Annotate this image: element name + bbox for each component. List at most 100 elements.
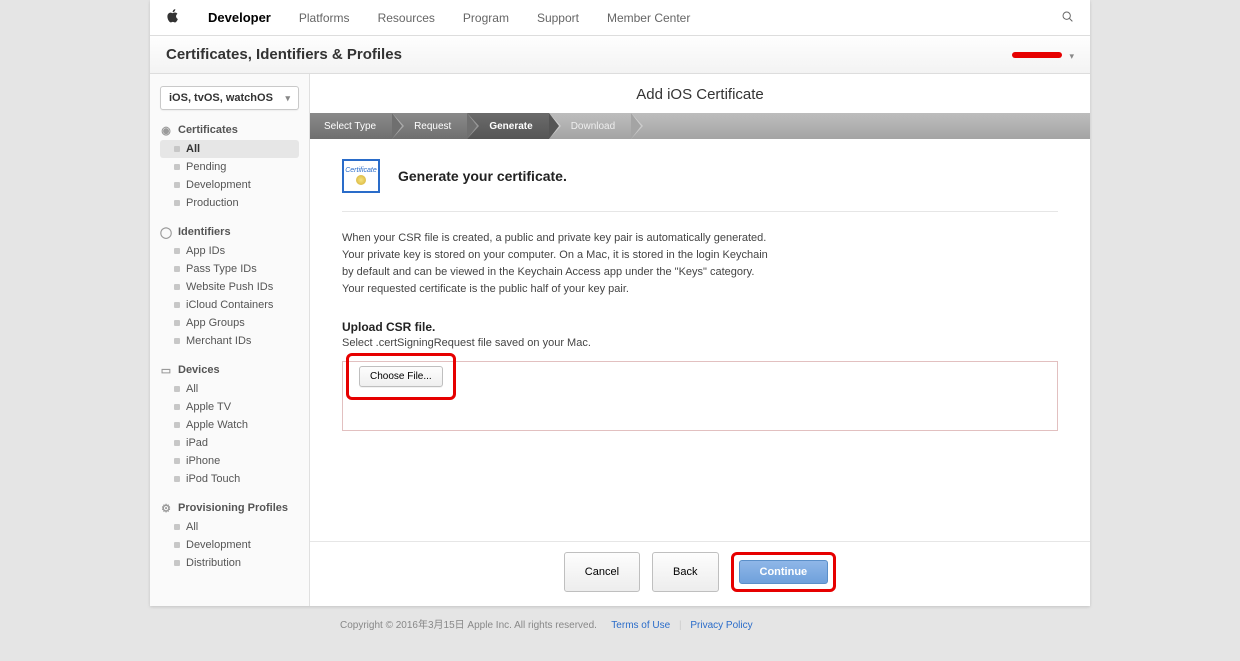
bullet-icon — [174, 266, 180, 272]
back-button[interactable]: Back — [652, 552, 718, 592]
platform-selector[interactable]: iOS, tvOS, watchOS ▾ — [160, 86, 299, 110]
sidebar-item-merchant-ids[interactable]: Merchant IDs — [160, 332, 299, 350]
wizard-step-select-type[interactable]: Select Type — [310, 113, 392, 139]
bullet-icon — [174, 560, 180, 566]
bullet-icon — [174, 458, 180, 464]
chevron-down-icon: ▾ — [285, 93, 290, 104]
sidebar-item-label: All — [186, 143, 200, 155]
cancel-button[interactable]: Cancel — [564, 552, 640, 592]
apple-logo-icon — [166, 9, 180, 26]
sidebar-item-production[interactable]: Production — [160, 194, 299, 212]
brand-label[interactable]: Developer — [208, 10, 271, 25]
footer: Copyright © 2016年3月15日 Apple Inc. All ri… — [150, 606, 1090, 661]
bullet-icon — [174, 248, 180, 254]
sidebar-item-label: Website Push IDs — [186, 281, 273, 293]
nav-support[interactable]: Support — [537, 11, 579, 25]
sidebar-item-label: iPad — [186, 437, 208, 449]
sidebar-item-label: Pass Type IDs — [186, 263, 257, 275]
upload-subtext: Select .certSigningRequest file saved on… — [342, 337, 1058, 349]
upload-label: Upload CSR file. — [342, 320, 1058, 334]
nav-platforms[interactable]: Platforms — [299, 11, 350, 25]
wizard-breadcrumb: Select TypeRequestGenerateDownload — [310, 113, 1090, 139]
bullet-icon — [174, 476, 180, 482]
sidebar-item-label: App Groups — [186, 317, 245, 329]
bullet-icon — [174, 320, 180, 326]
subheader: Certificates, Identifiers & Profiles ▾ — [150, 36, 1090, 74]
bullet-icon — [174, 338, 180, 344]
copyright-text: Copyright © 2016年3月15日 Apple Inc. All ri… — [340, 620, 597, 631]
upload-dropzone: Choose File... — [342, 361, 1058, 431]
nav-program[interactable]: Program — [463, 11, 509, 25]
sidebar-item-label: Production — [186, 197, 239, 209]
sidebar-item-all[interactable]: All — [160, 380, 299, 398]
sidebar-item-label: Development — [186, 179, 251, 191]
group-icon: ◯ — [160, 226, 172, 238]
annotation-highlight: Choose File... — [346, 353, 456, 400]
privacy-link[interactable]: Privacy Policy — [690, 620, 752, 631]
user-menu[interactable]: ▾ — [1012, 48, 1074, 62]
sidebar-item-label: Apple Watch — [186, 419, 248, 431]
sidebar-item-label: iPod Touch — [186, 473, 240, 485]
sidebar-item-ipad[interactable]: iPad — [160, 434, 299, 452]
terms-link[interactable]: Terms of Use — [611, 620, 670, 631]
bullet-icon — [174, 422, 180, 428]
bullet-icon — [174, 404, 180, 410]
sidebar-item-app-ids[interactable]: App IDs — [160, 242, 299, 260]
platform-selector-label: iOS, tvOS, watchOS — [169, 92, 273, 104]
intro-heading: Generate your certificate. — [398, 168, 567, 184]
sidebar-item-iphone[interactable]: iPhone — [160, 452, 299, 470]
sidebar: iOS, tvOS, watchOS ▾ ◉Certificates All Pen… — [150, 74, 310, 606]
bullet-icon — [174, 542, 180, 548]
bullet-icon — [174, 386, 180, 392]
bullet-icon — [174, 440, 180, 446]
sidebar-item-website-push-ids[interactable]: Website Push IDs — [160, 278, 299, 296]
chevron-down-icon: ▾ — [1069, 51, 1074, 61]
sidebar-group-header: ▭Devices — [160, 364, 299, 376]
sidebar-item-icloud-containers[interactable]: iCloud Containers — [160, 296, 299, 314]
sidebar-item-pending[interactable]: Pending — [160, 158, 299, 176]
page-title: Add iOS Certificate — [310, 74, 1090, 113]
annotation-highlight: Continue — [731, 552, 837, 592]
sidebar-item-ipod-touch[interactable]: iPod Touch — [160, 470, 299, 488]
top-nav: Developer Platforms Resources Program Su… — [150, 0, 1090, 36]
main-panel: Add iOS Certificate Select TypeRequestGe… — [310, 74, 1090, 606]
sidebar-item-development[interactable]: Development — [160, 176, 299, 194]
sidebar-item-app-groups[interactable]: App Groups — [160, 314, 299, 332]
group-icon: ▭ — [160, 364, 172, 376]
search-icon[interactable] — [1061, 10, 1074, 26]
wizard-step-generate[interactable]: Generate — [467, 113, 548, 139]
sidebar-group-header: ◉Certificates — [160, 124, 299, 136]
description-text: When your CSR file is created, a public … — [342, 230, 772, 298]
bullet-icon — [174, 302, 180, 308]
sidebar-item-pass-type-ids[interactable]: Pass Type IDs — [160, 260, 299, 278]
sidebar-item-label: All — [186, 383, 198, 395]
sidebar-item-label: App IDs — [186, 245, 225, 257]
continue-button[interactable]: Continue — [739, 560, 829, 584]
group-icon: ⚙ — [160, 502, 172, 514]
sidebar-item-apple-tv[interactable]: Apple TV — [160, 398, 299, 416]
sidebar-item-label: All — [186, 521, 198, 533]
bullet-icon — [174, 284, 180, 290]
sidebar-group-provisioning-profiles: ⚙Provisioning ProfilesAllDevelopmentDist… — [160, 502, 299, 572]
sidebar-group-devices: ▭Devices All Apple TV Apple Watch iPad iPhone… — [160, 364, 299, 488]
sidebar-item-all[interactable]: All — [160, 518, 299, 536]
certificate-icon: Certificate — [342, 159, 380, 193]
sidebar-item-apple-watch[interactable]: Apple Watch — [160, 416, 299, 434]
wizard-tail — [631, 113, 1090, 139]
bullet-icon — [174, 524, 180, 530]
sidebar-item-label: Merchant IDs — [186, 335, 251, 347]
nav-member-center[interactable]: Member Center — [607, 11, 690, 25]
sidebar-item-distribution[interactable]: Distribution — [160, 554, 299, 572]
bullet-icon — [174, 200, 180, 206]
sidebar-item-label: Pending — [186, 161, 226, 173]
subheader-title: Certificates, Identifiers & Profiles — [166, 46, 402, 63]
bullet-icon — [174, 146, 180, 152]
nav-resources[interactable]: Resources — [378, 11, 435, 25]
sidebar-item-label: iPhone — [186, 455, 220, 467]
sidebar-item-development[interactable]: Development — [160, 536, 299, 554]
button-bar: Cancel Back Continue — [310, 541, 1090, 606]
choose-file-button[interactable]: Choose File... — [359, 366, 443, 387]
sidebar-item-label: Apple TV — [186, 401, 231, 413]
sidebar-item-all[interactable]: All — [160, 140, 299, 158]
wizard-step-download: Download — [549, 113, 631, 139]
